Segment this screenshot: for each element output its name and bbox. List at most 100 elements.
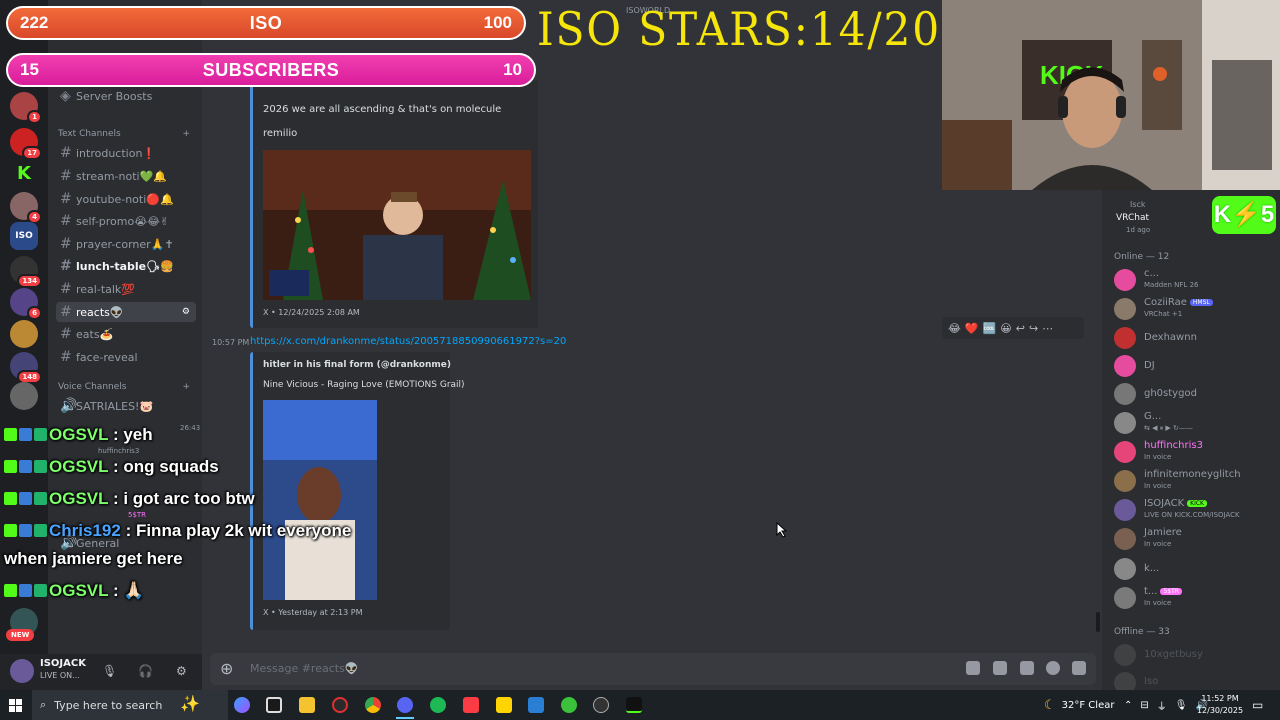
chat-scrollbar[interactable] (1096, 612, 1100, 632)
apps-icon[interactable] (1072, 661, 1086, 675)
voice-channels-category[interactable]: Voice Channels + (58, 382, 190, 392)
chrome-icon[interactable] (365, 697, 381, 713)
member-item[interactable]: Iso (1114, 670, 1278, 690)
channel-introduction[interactable]: # introduction❗ (56, 143, 196, 163)
member-item[interactable]: gh0stygod (1114, 381, 1278, 407)
member-item[interactable]: G... ⇆ ◀ ⏸ ▶ ↻—— (1114, 410, 1278, 436)
gif-icon[interactable] (993, 661, 1007, 675)
server-icon[interactable]: 148 (10, 352, 42, 384)
laugh-reaction-icon[interactable]: 😂 (948, 322, 961, 335)
app-icon[interactable] (528, 697, 544, 713)
add-channel-icon[interactable]: + (182, 129, 190, 139)
hash-icon: # (60, 281, 72, 297)
member-item[interactable]: k... (1114, 556, 1278, 582)
gift-icon[interactable] (966, 661, 980, 675)
server-icon[interactable]: 17 (10, 128, 42, 160)
channel-self-promo[interactable]: # self-promo😭😂✌ (56, 211, 196, 231)
app-icon[interactable] (561, 697, 577, 713)
member-item[interactable]: Jamiere In voice (1114, 526, 1278, 552)
channel-reacts[interactable]: # reacts👽 ⚙ (56, 302, 196, 322)
add-channel-icon[interactable]: + (182, 382, 190, 392)
discord-icon[interactable] (397, 697, 413, 713)
music-icon[interactable] (463, 697, 479, 713)
microphone-icon[interactable]: 🎙 (1175, 700, 1188, 711)
member-item[interactable]: DJ (1114, 353, 1278, 379)
weather-widget[interactable]: ☾ 32°F Clear (1044, 690, 1114, 720)
sticker-icon[interactable] (1020, 661, 1034, 675)
voice-user[interactable]: huffinchris3 (98, 447, 139, 455)
embed-video-thumbnail[interactable] (263, 400, 377, 600)
stream-chat-line: OGSVL : ong squads (4, 457, 219, 477)
forward-icon[interactable]: ↪ (1029, 322, 1038, 335)
avatar[interactable] (10, 659, 34, 683)
emoji-icon[interactable] (1046, 661, 1060, 675)
member-item[interactable]: t... 5$TR In voice (1114, 585, 1278, 611)
media-controls[interactable]: ⇆ ◀ ⏸ ▶ ↻—— (1144, 424, 1193, 433)
file-explorer-icon[interactable] (299, 697, 315, 713)
network-icon[interactable]: ⊟ (1140, 700, 1148, 711)
bar-right-value: 100 (483, 13, 512, 32)
kick-badge-icon (4, 524, 17, 537)
server-boosts[interactable]: ◈ Server Boosts (56, 86, 196, 106)
spotify-icon[interactable] (430, 697, 446, 713)
app-icon[interactable] (593, 697, 609, 713)
microphone-icon[interactable]: 🎙 (102, 664, 117, 678)
message-link[interactable]: https://x.com/drankonme/status/200571885… (250, 336, 566, 347)
server-icon[interactable] (10, 320, 38, 348)
server-icon[interactable] (10, 382, 38, 410)
more-options-icon[interactable]: ⋯ (1042, 322, 1053, 335)
copilot-icon[interactable] (234, 697, 250, 713)
stream-chat-line: OGSVL : i got arc too btw (4, 489, 255, 509)
member-item[interactable]: ISOJACK KICK LIVE ON KICK.COM/ISOJACK (1114, 497, 1278, 523)
server-icon[interactable]: 4 (10, 192, 42, 224)
terminal-icon[interactable] (626, 697, 642, 713)
member-item[interactable]: CoziiRae HMSL VRChat +1 (1114, 296, 1278, 322)
clock[interactable]: 11:52 PM 12/30/2025 (1196, 693, 1244, 717)
settings-gear-icon[interactable]: ⚙ (176, 664, 187, 678)
obs-icon[interactable] (332, 697, 348, 713)
windows-start-icon[interactable] (9, 699, 22, 712)
heart-reaction-icon[interactable]: ❤️ (965, 322, 979, 335)
usb-icon[interactable]: ⏚ (1157, 698, 1167, 713)
channel-lunch-table[interactable]: # lunch-table🗣🍔 (56, 256, 196, 276)
attach-plus-icon[interactable]: ⊕ (220, 659, 233, 678)
headphones-icon[interactable]: 🎧 (138, 664, 153, 678)
add-reaction-icon[interactable]: 😀 (1000, 322, 1011, 335)
channel-eats[interactable]: # eats🍝 (56, 324, 196, 344)
embed-title[interactable]: hitler in his final form (@drankonme) (263, 360, 451, 370)
screen: { "overlay": { "bar_iso": {"left": "222"… (0, 0, 1280, 720)
notifications-icon[interactable]: ▭ (1252, 698, 1263, 712)
online-group-label: Online — 12 (1114, 252, 1170, 262)
store-icon[interactable] (266, 697, 282, 713)
kick-server-icon[interactable]: K (10, 160, 38, 188)
chevron-up-icon[interactable]: ⌃ (1124, 700, 1132, 711)
channel-prayer-corner[interactable]: # prayer-corner🙏✝ (56, 234, 196, 254)
voice-channel-satriales[interactable]: 🔊 SATRIALES!🐷 (56, 396, 196, 416)
server-icon[interactable]: 134 (10, 256, 42, 288)
sticky-notes-icon[interactable] (496, 697, 512, 713)
chat-username: OGSVL (49, 581, 109, 600)
cool-reaction-icon[interactable]: 🆒 (983, 322, 997, 335)
channel-real-talk[interactable]: # real-talk💯 (56, 279, 196, 299)
channel-face-reveal[interactable]: # face-reveal (56, 347, 196, 367)
iso-server-icon[interactable]: ISO (10, 222, 38, 250)
member-item[interactable]: infinitemoneyglitch In voice (1114, 468, 1278, 494)
member-name-row: ISOJACK KICK (1144, 498, 1207, 509)
message-input[interactable]: ⊕ Message #reacts👽 (210, 653, 1096, 685)
server-icon[interactable]: 6 (10, 288, 42, 320)
embed-video-thumbnail[interactable] (263, 150, 531, 300)
member-item[interactable]: c... Madden NFL 26 (1114, 267, 1278, 293)
settings-gear-icon[interactable]: ⚙ (182, 307, 190, 317)
member-name: G... (1144, 411, 1162, 422)
member-item[interactable]: 10xgetbusy (1114, 642, 1278, 668)
activity-card[interactable]: Isck VRChat 1d ago (1110, 196, 1220, 236)
channel-stream-noti[interactable]: # stream-noti💚🔔 (56, 166, 196, 186)
channel-label: face-reveal (76, 350, 138, 364)
member-item[interactable]: Dexhawnn (1114, 325, 1278, 351)
member-item[interactable]: huffinchris3 In voice (1114, 439, 1278, 465)
member-status: In voice (1144, 599, 1172, 607)
server-icon[interactable]: 1 (10, 92, 42, 124)
channel-youtube-noti[interactable]: # youtube-noti🔴🔔 (56, 189, 196, 209)
reply-icon[interactable]: ↩ (1016, 322, 1025, 335)
text-channels-category[interactable]: Text Channels + (58, 129, 190, 139)
